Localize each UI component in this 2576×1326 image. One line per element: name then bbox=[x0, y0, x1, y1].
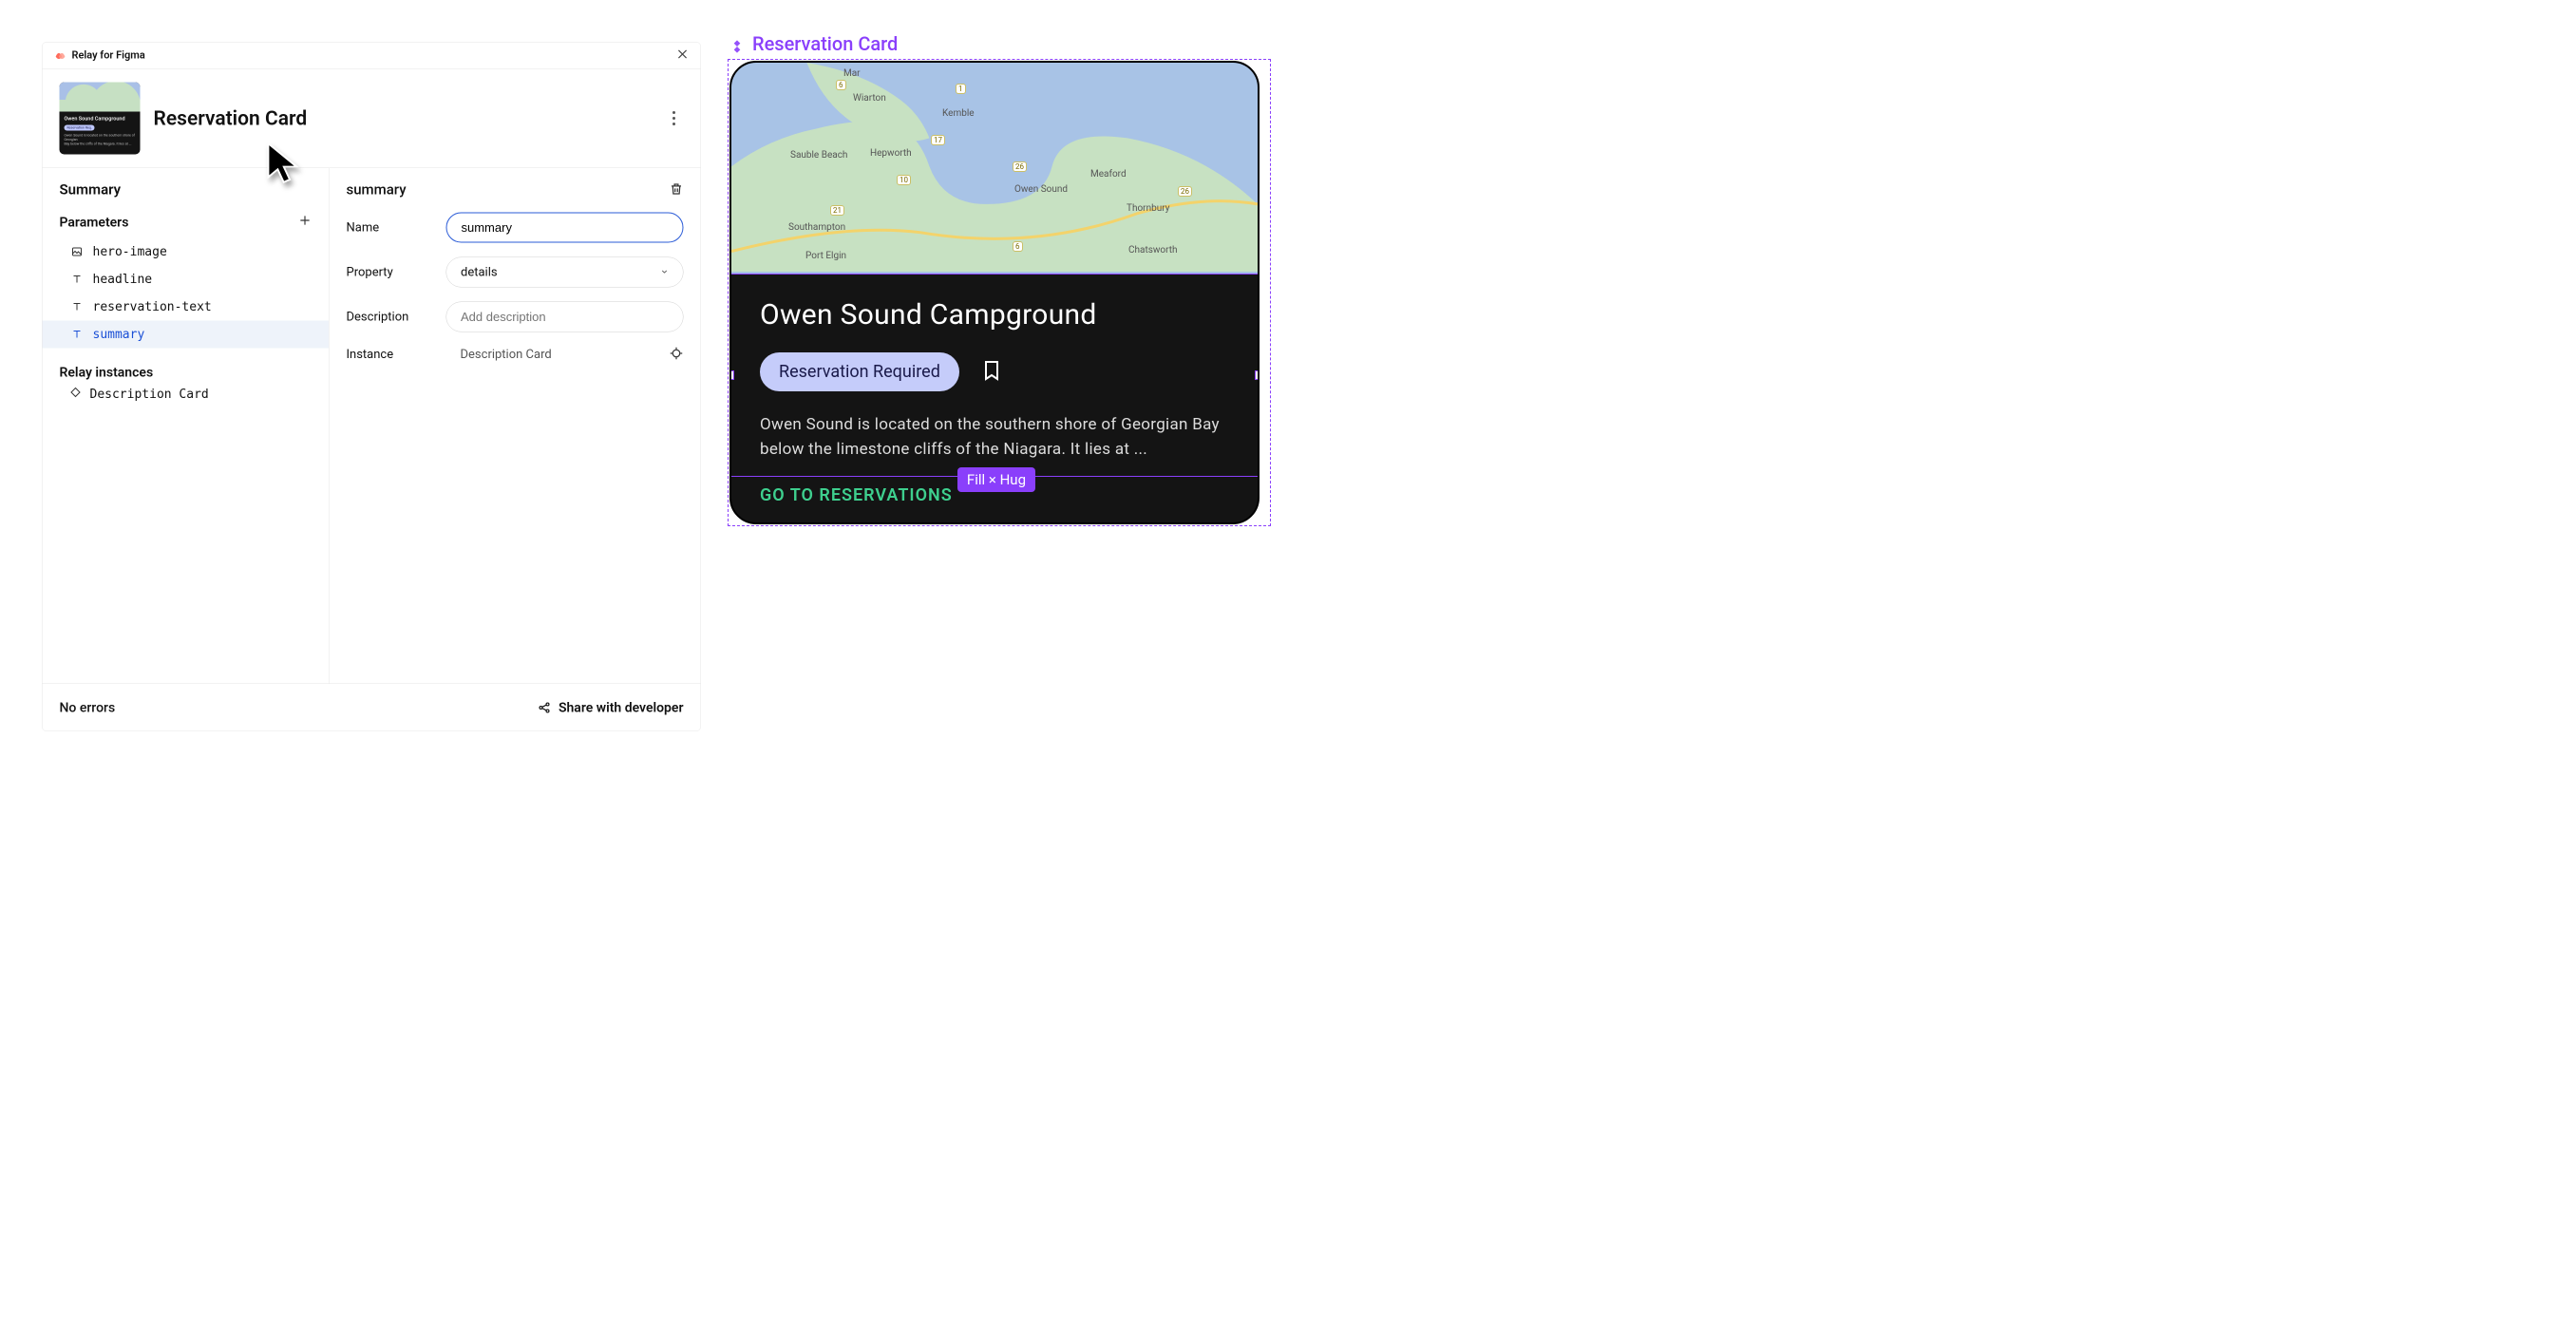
add-parameter-button[interactable] bbox=[298, 213, 312, 232]
property-label: Property bbox=[347, 265, 437, 279]
summary-heading: Summary bbox=[60, 181, 330, 199]
row-description: Description bbox=[347, 302, 684, 332]
text-icon bbox=[70, 301, 85, 313]
component-thumbnail: Owen Sound Campground Reservation Req. O… bbox=[60, 83, 141, 155]
size-badge: Fill × Hug bbox=[957, 467, 1035, 492]
parameters-list: hero-image headline reservation-text bbox=[60, 238, 330, 349]
instance-value: Description Card bbox=[446, 348, 660, 362]
param-headline[interactable]: headline bbox=[60, 266, 330, 294]
frame-label-text: Reservation Card bbox=[752, 32, 898, 55]
image-icon bbox=[70, 246, 85, 257]
map-road-shield: 1 bbox=[956, 84, 966, 94]
map-city-label: Owen Sound bbox=[1014, 184, 1068, 195]
delete-button[interactable] bbox=[670, 181, 684, 198]
map-road-shield: 26 bbox=[1178, 186, 1192, 197]
map-road-shield: 6 bbox=[1013, 241, 1023, 252]
map-city-label: Wiarton bbox=[853, 93, 886, 104]
name-input[interactable] bbox=[446, 213, 684, 243]
param-summary[interactable]: summary bbox=[43, 321, 330, 349]
reservation-card: Mar Wiarton Kemble Sauble Beach Hepworth Owen… bbox=[729, 61, 1260, 524]
map-city-label: Southampton bbox=[788, 222, 845, 233]
map-road-shield: 6 bbox=[836, 80, 846, 90]
text-icon bbox=[70, 329, 85, 340]
chip-row: Reservation Required bbox=[760, 352, 1229, 391]
share-label: Share with developer bbox=[559, 700, 684, 716]
bookmark-icon[interactable] bbox=[980, 359, 1003, 386]
chevron-down-icon bbox=[660, 265, 669, 279]
description-input[interactable] bbox=[446, 302, 684, 332]
map-road-shield: 10 bbox=[897, 175, 911, 185]
instance-label: Description Card bbox=[90, 387, 209, 401]
editor-title: summary bbox=[347, 181, 407, 199]
relay-instances-heading: Relay instances bbox=[60, 365, 330, 381]
share-button[interactable]: Share with developer bbox=[538, 700, 684, 716]
thumb-text: Owen Sound is located on the southern sh… bbox=[65, 134, 136, 147]
param-hero-image[interactable]: hero-image bbox=[60, 238, 330, 266]
thumb-chip: Reservation Req. bbox=[65, 125, 95, 131]
instance-description-card[interactable]: Description Card bbox=[60, 380, 330, 408]
plugin-titlebar: Relay for Figma bbox=[43, 43, 701, 69]
param-label: summary bbox=[93, 328, 145, 342]
description-field[interactable] bbox=[461, 310, 669, 325]
param-label: headline bbox=[93, 273, 153, 287]
row-name: Name bbox=[347, 213, 684, 243]
map-landmass bbox=[731, 63, 1258, 272]
card-title: Owen Sound Campground bbox=[760, 298, 1229, 332]
editor-header: summary bbox=[347, 181, 684, 199]
text-icon bbox=[70, 274, 85, 285]
map-city-label: Meaford bbox=[1090, 169, 1127, 180]
hero-map: Mar Wiarton Kemble Sauble Beach Hepworth Owen… bbox=[731, 63, 1258, 274]
row-instance: Instance Description Card bbox=[347, 347, 684, 363]
map-city-label: Thornbury bbox=[1127, 203, 1169, 214]
status-text: No errors bbox=[60, 700, 116, 716]
sidebar: Summary Parameters hero-image bbox=[43, 168, 330, 684]
property-value: details bbox=[461, 265, 498, 279]
locate-instance-button[interactable] bbox=[670, 347, 684, 363]
plugin-title: Relay for Figma bbox=[72, 49, 145, 62]
row-property: Property details bbox=[347, 257, 684, 288]
map-city-label: Port Elgin bbox=[805, 251, 846, 261]
close-icon[interactable] bbox=[676, 47, 690, 65]
component-header: Owen Sound Campground Reservation Req. O… bbox=[43, 69, 701, 169]
name-label: Name bbox=[347, 220, 437, 235]
instance-label: Instance bbox=[347, 348, 437, 362]
more-options-button[interactable] bbox=[665, 111, 684, 125]
frame-label[interactable]: Reservation Card bbox=[729, 32, 1269, 55]
panel-body: Summary Parameters hero-image bbox=[43, 168, 701, 684]
map-city-label: Mar bbox=[843, 68, 861, 79]
name-input-field[interactable] bbox=[462, 220, 669, 236]
diamond-icon bbox=[70, 387, 82, 402]
relay-plugin-panel: Relay for Figma Owen Sound Campground Re… bbox=[42, 42, 701, 731]
map-road-shield: 26 bbox=[1013, 161, 1027, 172]
card-description: Owen Sound is located on the southern sh… bbox=[760, 412, 1229, 463]
component-diamond-icon bbox=[729, 36, 745, 51]
map-city-label: Sauble Beach bbox=[790, 150, 847, 161]
map-city-label: Kemble bbox=[942, 108, 975, 119]
parameters-heading: Parameters bbox=[60, 214, 129, 230]
map-city-label: Hepworth bbox=[870, 148, 912, 159]
reservation-chip: Reservation Required bbox=[760, 352, 959, 391]
property-editor: summary Name Property details bbox=[330, 168, 701, 684]
parameters-heading-row: Parameters bbox=[60, 213, 330, 232]
figma-canvas: Reservation Card Mar Wiarton Kemble Sauble … bbox=[729, 32, 1269, 524]
component-name: Reservation Card bbox=[154, 106, 308, 130]
map-city-label: Chatsworth bbox=[1128, 245, 1178, 256]
card-wrap: Mar Wiarton Kemble Sauble Beach Hepworth Owen… bbox=[729, 61, 1269, 524]
description-label: Description bbox=[347, 310, 437, 324]
map-road-shield: 21 bbox=[830, 205, 844, 216]
map-road-shield: 17 bbox=[931, 135, 945, 145]
param-reservation-text[interactable]: reservation-text bbox=[60, 294, 330, 321]
param-label: reservation-text bbox=[93, 300, 212, 314]
property-select[interactable]: details bbox=[446, 257, 684, 288]
thumb-title: Owen Sound Campground bbox=[65, 116, 136, 123]
param-label: hero-image bbox=[93, 245, 167, 259]
relay-logo-icon bbox=[54, 49, 66, 62]
panel-footer: No errors Share with developer bbox=[43, 684, 701, 731]
